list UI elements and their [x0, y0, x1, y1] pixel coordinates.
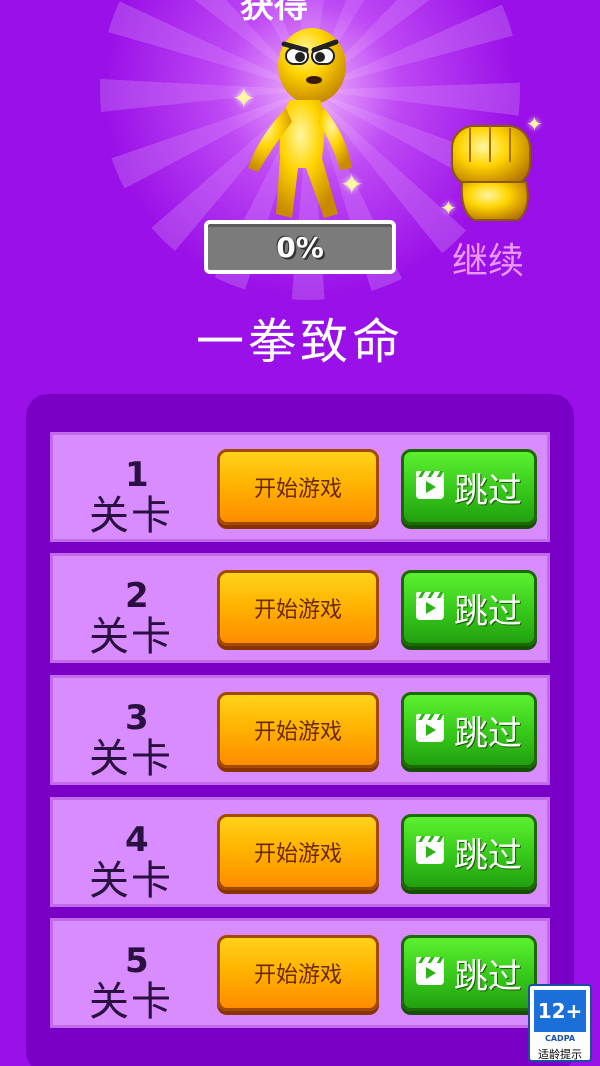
level-row-4: 4 关卡 开始游戏 跳过 [50, 797, 550, 907]
level-row-3: 3 关卡 开始游戏 跳过 [50, 675, 550, 785]
skip-button[interactable]: 跳过 [401, 692, 537, 768]
level-label: 2 关卡 [89, 576, 199, 660]
age-rating-org: CADPA [544, 1034, 576, 1043]
sparkle-icon: ✦ [340, 168, 364, 201]
video-icon [416, 836, 444, 864]
video-icon [416, 714, 444, 742]
level-label: 4 关卡 [89, 820, 199, 904]
skip-label: 跳过 [454, 591, 522, 632]
level-row-5: 5 关卡 开始游戏 跳过 [50, 918, 550, 1028]
start-game-label: 开始游戏 [253, 477, 342, 502]
video-icon [416, 957, 444, 985]
sparkle-icon: ✦ [232, 82, 256, 115]
start-game-button[interactable]: 开始游戏 [217, 449, 379, 525]
level-label: 1 关卡 [89, 455, 199, 539]
start-game-label: 开始游戏 [253, 963, 342, 988]
start-game-label: 开始游戏 [253, 720, 342, 745]
progress-bar: 0% [204, 220, 396, 274]
continue-label: 继续 [452, 241, 525, 282]
skip-label: 跳过 [454, 835, 522, 876]
level-row-1: 1 关卡 开始游戏 跳过 [50, 432, 550, 542]
level-label: 3 关卡 [89, 698, 199, 782]
skip-button[interactable]: 跳过 [401, 935, 537, 1011]
level-row-2: 2 关卡 开始游戏 跳过 [50, 553, 550, 663]
level-label: 5 关卡 [89, 941, 199, 1025]
skip-button[interactable]: 跳过 [401, 814, 537, 890]
skip-button[interactable]: 跳过 [401, 449, 537, 525]
game-title: 一拳致命 [195, 314, 404, 370]
start-game-label: 开始游戏 [253, 842, 342, 867]
level-word: 关卡 [89, 614, 173, 660]
start-game-button[interactable]: 开始游戏 [217, 814, 379, 890]
start-game-button[interactable]: 开始游戏 [217, 570, 379, 646]
progress-text: 0% [276, 230, 324, 264]
skip-button[interactable]: 跳过 [401, 570, 537, 646]
age-rating-hint: 适龄提示 [538, 1048, 582, 1061]
level-word: 关卡 [89, 979, 173, 1025]
age-rating-badge: 12+ CADPA 适龄提示 [528, 984, 592, 1062]
skip-label: 跳过 [454, 713, 522, 754]
level-word: 关卡 [89, 858, 173, 904]
start-game-button[interactable]: 开始游戏 [217, 935, 379, 1011]
video-icon [416, 592, 444, 620]
skip-label: 跳过 [454, 470, 522, 511]
level-word: 关卡 [89, 493, 173, 539]
level-word: 关卡 [89, 736, 173, 782]
skip-label: 跳过 [454, 956, 522, 997]
age-rating: 12+ [534, 990, 586, 1032]
fist-icon [451, 125, 531, 221]
start-game-label: 开始游戏 [253, 598, 342, 623]
video-icon [416, 471, 444, 499]
start-game-button[interactable]: 开始游戏 [217, 692, 379, 768]
